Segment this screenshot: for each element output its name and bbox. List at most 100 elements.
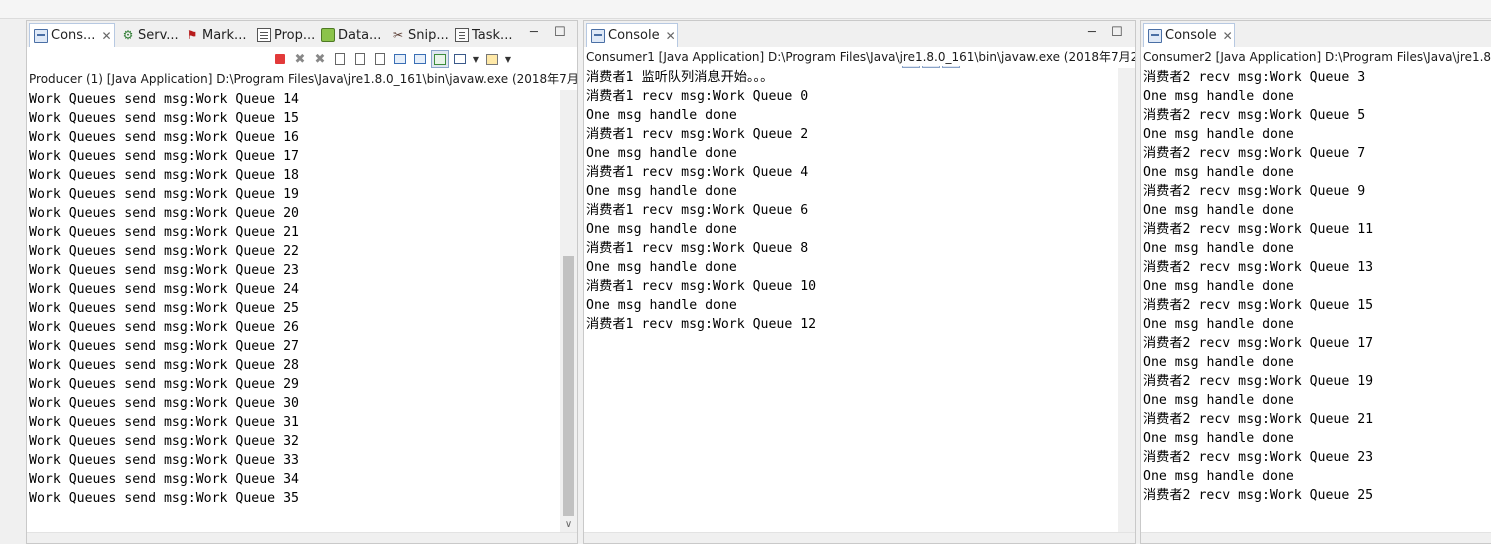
console-line: 消费者2 recv msg:Work Queue 9 <box>1143 184 1366 199</box>
console-process-title: Producer (1) [Java Application] D:\Progr… <box>27 70 577 88</box>
console-line: 消费者2 recv msg:Work Queue 5 <box>1143 108 1366 123</box>
console-line: 消费者2 recv msg:Work Queue 25 <box>1143 488 1374 503</box>
tab-label: Serv... <box>138 27 179 43</box>
clear-console-button[interactable] <box>331 50 349 68</box>
console-line: One msg handle done <box>586 222 737 237</box>
console-process-title: Consumer2 [Java Application] D:\Program … <box>1141 48 1491 66</box>
consumer2-console-view: Console ✕ Consumer2 [Java Application] D… <box>1140 20 1491 544</box>
markers-icon: ⚑ <box>186 28 198 42</box>
horizontal-scrollbar[interactable] <box>584 532 1135 543</box>
clear-console-icon <box>335 53 345 65</box>
tab-markers[interactable]: ⚑ Mark... <box>181 23 253 47</box>
console-icon <box>1148 28 1162 43</box>
console-line: Work Queues send msg:Work Queue 28 <box>29 358 299 373</box>
tab-servers[interactable]: ⚙ Serv... <box>117 23 181 47</box>
terminate-button[interactable] <box>271 50 289 68</box>
tab-console[interactable]: Console ✕ <box>1143 23 1235 47</box>
console-line: Work Queues send msg:Work Queue 22 <box>29 244 299 259</box>
tab-console[interactable]: Console ✕ <box>586 23 678 47</box>
console-line: 消费者2 recv msg:Work Queue 3 <box>1143 70 1366 85</box>
horizontal-scrollbar[interactable] <box>1141 532 1491 543</box>
console-line: One msg handle done <box>1143 393 1294 408</box>
tab-properties[interactable]: Prop... <box>253 23 317 47</box>
show-console-error-icon <box>414 54 426 64</box>
console-toolbar: ✖ ✖ ▼ ▼ <box>271 49 513 69</box>
show-on-error-button[interactable] <box>411 50 429 68</box>
console-line: One msg handle done <box>1143 203 1294 218</box>
console-process-title: Consumer1 [Java Application] D:\Program … <box>584 48 1135 66</box>
top-strip <box>0 0 1491 19</box>
close-icon[interactable]: ✕ <box>101 29 111 43</box>
properties-icon <box>257 28 271 42</box>
console-line: One msg handle done <box>586 108 737 123</box>
remove-all-button[interactable]: ✖ <box>311 50 329 68</box>
console-line: One msg handle done <box>1143 431 1294 446</box>
console-output[interactable]: 消费者2 recv msg:Work Queue 3 One msg handle… <box>1141 68 1491 533</box>
console-line: 消费者1 recv msg:Work Queue 2 <box>586 127 809 142</box>
console-line: Work Queues send msg:Work Queue 16 <box>29 130 299 145</box>
console-line: One msg handle done <box>1143 241 1294 256</box>
console-line: Work Queues send msg:Work Queue 20 <box>29 206 299 221</box>
console-line: Work Queues send msg:Work Queue 25 <box>29 301 299 316</box>
snippets-icon: ✂ <box>392 28 404 42</box>
tab-label: Console <box>1165 28 1217 43</box>
console-line: One msg handle done <box>1143 89 1294 104</box>
maximize-button[interactable]: ☐ <box>1111 25 1123 41</box>
console-line: 消费者2 recv msg:Work Queue 21 <box>1143 412 1374 427</box>
remove-launch-button[interactable]: ✖ <box>291 50 309 68</box>
chevron-down-icon: ▼ <box>504 54 512 64</box>
scrollbar-thumb[interactable] <box>563 256 574 516</box>
word-wrap-button[interactable] <box>371 50 389 68</box>
show-on-output-button[interactable] <box>391 50 409 68</box>
console-line: 消费者1 recv msg:Work Queue 4 <box>586 165 809 180</box>
producer-console-view: Cons... ✕ ⚙ Serv... ⚑ Mark... Prop... Da… <box>26 20 578 544</box>
tab-data-source[interactable]: Data... <box>317 23 387 47</box>
terminate-icon <box>275 54 285 64</box>
pin-console-icon <box>434 53 446 65</box>
close-icon[interactable]: ✕ <box>666 29 676 43</box>
open-console-dropdown[interactable]: ▼ <box>503 50 513 68</box>
close-icon[interactable]: ✕ <box>1223 29 1233 43</box>
tab-label: Data... <box>338 27 382 43</box>
console-line: Work Queues send msg:Work Queue 35 <box>29 491 299 506</box>
tab-tasks[interactable]: Task... <box>451 23 515 47</box>
minimize-button[interactable]: ─ <box>1088 25 1096 41</box>
console-line: Work Queues send msg:Work Queue 32 <box>29 434 299 449</box>
console-line: One msg handle done <box>1143 469 1294 484</box>
console-line: Work Queues send msg:Work Queue 19 <box>29 187 299 202</box>
console-line: 消费者1 recv msg:Work Queue 10 <box>586 279 817 294</box>
console-line: One msg handle done <box>1143 317 1294 332</box>
remove-all-icon: ✖ <box>314 51 326 67</box>
tab-console[interactable]: Cons... ✕ <box>29 23 115 47</box>
console-line: Work Queues send msg:Work Queue 34 <box>29 472 299 487</box>
open-console-button[interactable] <box>483 50 501 68</box>
console-output[interactable]: 消费者1 监听队列消息开始。。。 消费者1 recv msg:Work Queue… <box>584 68 1118 533</box>
tab-snippets[interactable]: ✂ Snip... <box>387 23 451 47</box>
display-console-dropdown[interactable]: ▼ <box>471 50 481 68</box>
vertical-scrollbar[interactable]: ∨ <box>560 90 577 533</box>
console-line: 消费者2 recv msg:Work Queue 11 <box>1143 222 1374 237</box>
console-output[interactable]: Work Queues send msg:Work Queue 14 Work Q… <box>27 90 560 533</box>
console-line: 消费者1 recv msg:Work Queue 8 <box>586 241 809 256</box>
console-line: Work Queues send msg:Work Queue 24 <box>29 282 299 297</box>
horizontal-scrollbar[interactable] <box>27 532 577 543</box>
console-line: One msg handle done <box>1143 355 1294 370</box>
tab-label: Snip... <box>408 27 449 43</box>
maximize-button[interactable]: ☐ <box>554 25 566 41</box>
scroll-down-arrow[interactable]: ∨ <box>560 517 577 533</box>
show-console-icon <box>394 54 406 64</box>
console-icon <box>591 28 605 43</box>
console-line: Work Queues send msg:Work Queue 17 <box>29 149 299 164</box>
console-line: Work Queues send msg:Work Queue 18 <box>29 168 299 183</box>
display-console-button[interactable] <box>451 50 469 68</box>
tab-label: Task... <box>472 27 513 43</box>
pin-console-button[interactable] <box>431 50 449 68</box>
console-line: One msg handle done <box>586 184 737 199</box>
console-line: Work Queues send msg:Work Queue 15 <box>29 111 299 126</box>
console-line: One msg handle done <box>1143 165 1294 180</box>
console-line: 消费者2 recv msg:Work Queue 13 <box>1143 260 1374 275</box>
console-line: Work Queues send msg:Work Queue 14 <box>29 92 299 107</box>
scroll-lock-button[interactable] <box>351 50 369 68</box>
vertical-scrollbar[interactable] <box>1118 68 1135 533</box>
minimize-button[interactable]: ─ <box>530 25 538 41</box>
